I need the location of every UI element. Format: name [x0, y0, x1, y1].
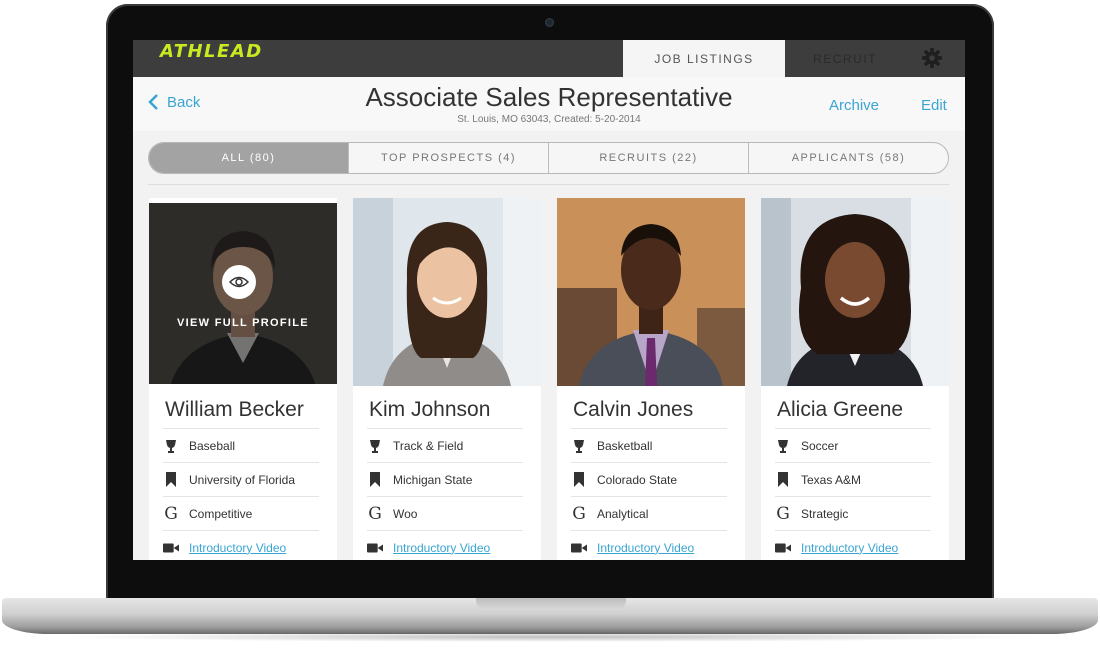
view-full-profile-label[interactable]: VIEW FULL PROFILE [149, 317, 337, 329]
filter-top-prospects[interactable]: TOP PROSPECTS (4) [348, 143, 548, 173]
candidate-card[interactable]: VIEW FULL PROFILE William Becker Basebal… [149, 198, 337, 560]
eye-icon [229, 276, 249, 288]
school-label: Colorado State [597, 472, 678, 487]
video-row: Introductory Video [367, 530, 523, 560]
trophy-icon [367, 438, 383, 454]
bookmark-icon [571, 472, 587, 488]
trait-row: G Competitive [163, 496, 319, 530]
school-label: University of Florida [189, 472, 296, 487]
candidate-name: Calvin Jones [573, 398, 694, 421]
sport-row: Track & Field [367, 428, 523, 462]
intro-video-link[interactable]: Introductory Video [189, 541, 286, 555]
candidate-photo[interactable] [353, 198, 541, 386]
trait-row: G Woo [367, 496, 523, 530]
g-icon: G [572, 503, 586, 524]
video-camera-icon [571, 540, 587, 556]
bookmark-icon [367, 472, 383, 488]
candidate-photo[interactable] [761, 198, 949, 386]
section-divider [148, 184, 949, 185]
trophy-icon [775, 438, 791, 454]
video-camera-icon [163, 540, 179, 556]
school-row: Texas A&M [775, 462, 931, 496]
candidate-photo[interactable] [557, 198, 745, 386]
sport-row: Basketball [571, 428, 727, 462]
edit-button[interactable]: Edit [921, 97, 947, 114]
filter-all[interactable]: ALL (80) [149, 143, 348, 173]
candidate-name: William Becker [165, 398, 304, 421]
trait-label: Strategic [801, 506, 849, 521]
trophy-icon [571, 438, 587, 454]
camera-lens [545, 18, 554, 27]
school-label: Texas A&M [801, 472, 862, 487]
video-row: Introductory Video [163, 530, 319, 560]
school-label: Michigan State [393, 472, 473, 487]
portrait-image [761, 198, 949, 386]
candidate-name: Alicia Greene [777, 398, 904, 421]
laptop-shadow [60, 632, 1040, 642]
trait-label: Competitive [189, 506, 253, 521]
bookmark-icon [163, 472, 179, 488]
sport-label: Soccer [801, 438, 839, 453]
candidate-card[interactable]: Kim Johnson Track & Field Michigan State… [353, 198, 541, 560]
school-row: University of Florida [163, 462, 319, 496]
archive-button[interactable]: Archive [829, 97, 879, 114]
intro-video-link[interactable]: Introductory Video [393, 541, 490, 555]
trait-label: Analytical [597, 506, 649, 521]
app-screen: ATHLEAD JOB LISTINGS RECRUIT Back Associ… [133, 40, 965, 560]
portrait-image [353, 198, 541, 386]
laptop-notch [476, 598, 626, 610]
portrait-image [557, 198, 745, 386]
school-row: Michigan State [367, 462, 523, 496]
sport-label: Basketball [597, 438, 653, 453]
laptop-base [2, 598, 1098, 634]
video-row: Introductory Video [775, 530, 931, 560]
sport-label: Baseball [189, 438, 236, 453]
candidate-card[interactable]: Calvin Jones Basketball Colorado State G… [557, 198, 745, 560]
view-profile-button[interactable] [222, 265, 256, 299]
trait-label: Woo [393, 506, 418, 521]
sport-row: Soccer [775, 428, 931, 462]
tab-job-listings[interactable]: JOB LISTINGS [623, 40, 785, 77]
filter-recruits[interactable]: RECRUITS (22) [548, 143, 748, 173]
top-nav-bar: ATHLEAD JOB LISTINGS RECRUIT [133, 40, 965, 77]
school-row: Colorado State [571, 462, 727, 496]
page-header: Back Associate Sales Representative St. … [133, 77, 965, 131]
page-subtitle: St. Louis, MO 63043, Created: 5-20-2014 [457, 114, 641, 125]
filter-applicants[interactable]: APPLICANTS (58) [748, 143, 948, 173]
video-camera-icon [367, 540, 383, 556]
trait-row: G Analytical [571, 496, 727, 530]
candidate-card[interactable]: Alicia Greene Soccer Texas A&M G Strateg… [761, 198, 949, 560]
filter-segmented-control: ALL (80) TOP PROSPECTS (4) RECRUITS (22)… [148, 142, 949, 174]
trait-row: G Strategic [775, 496, 931, 530]
bookmark-icon [775, 472, 791, 488]
g-icon: G [776, 503, 790, 524]
candidate-photo[interactable]: VIEW FULL PROFILE [149, 203, 337, 384]
app-logo[interactable]: ATHLEAD [160, 41, 263, 62]
candidate-name: Kim Johnson [369, 398, 491, 421]
g-icon: G [368, 503, 382, 524]
sport-label: Track & Field [393, 438, 464, 453]
intro-video-link[interactable]: Introductory Video [801, 541, 898, 555]
gear-icon[interactable] [921, 47, 943, 69]
trophy-icon [163, 438, 179, 454]
g-icon: G [164, 503, 178, 524]
video-camera-icon [775, 540, 791, 556]
sport-row: Baseball [163, 428, 319, 462]
video-row: Introductory Video [571, 530, 727, 560]
tab-recruit[interactable]: RECRUIT [785, 40, 905, 77]
intro-video-link[interactable]: Introductory Video [597, 541, 694, 555]
